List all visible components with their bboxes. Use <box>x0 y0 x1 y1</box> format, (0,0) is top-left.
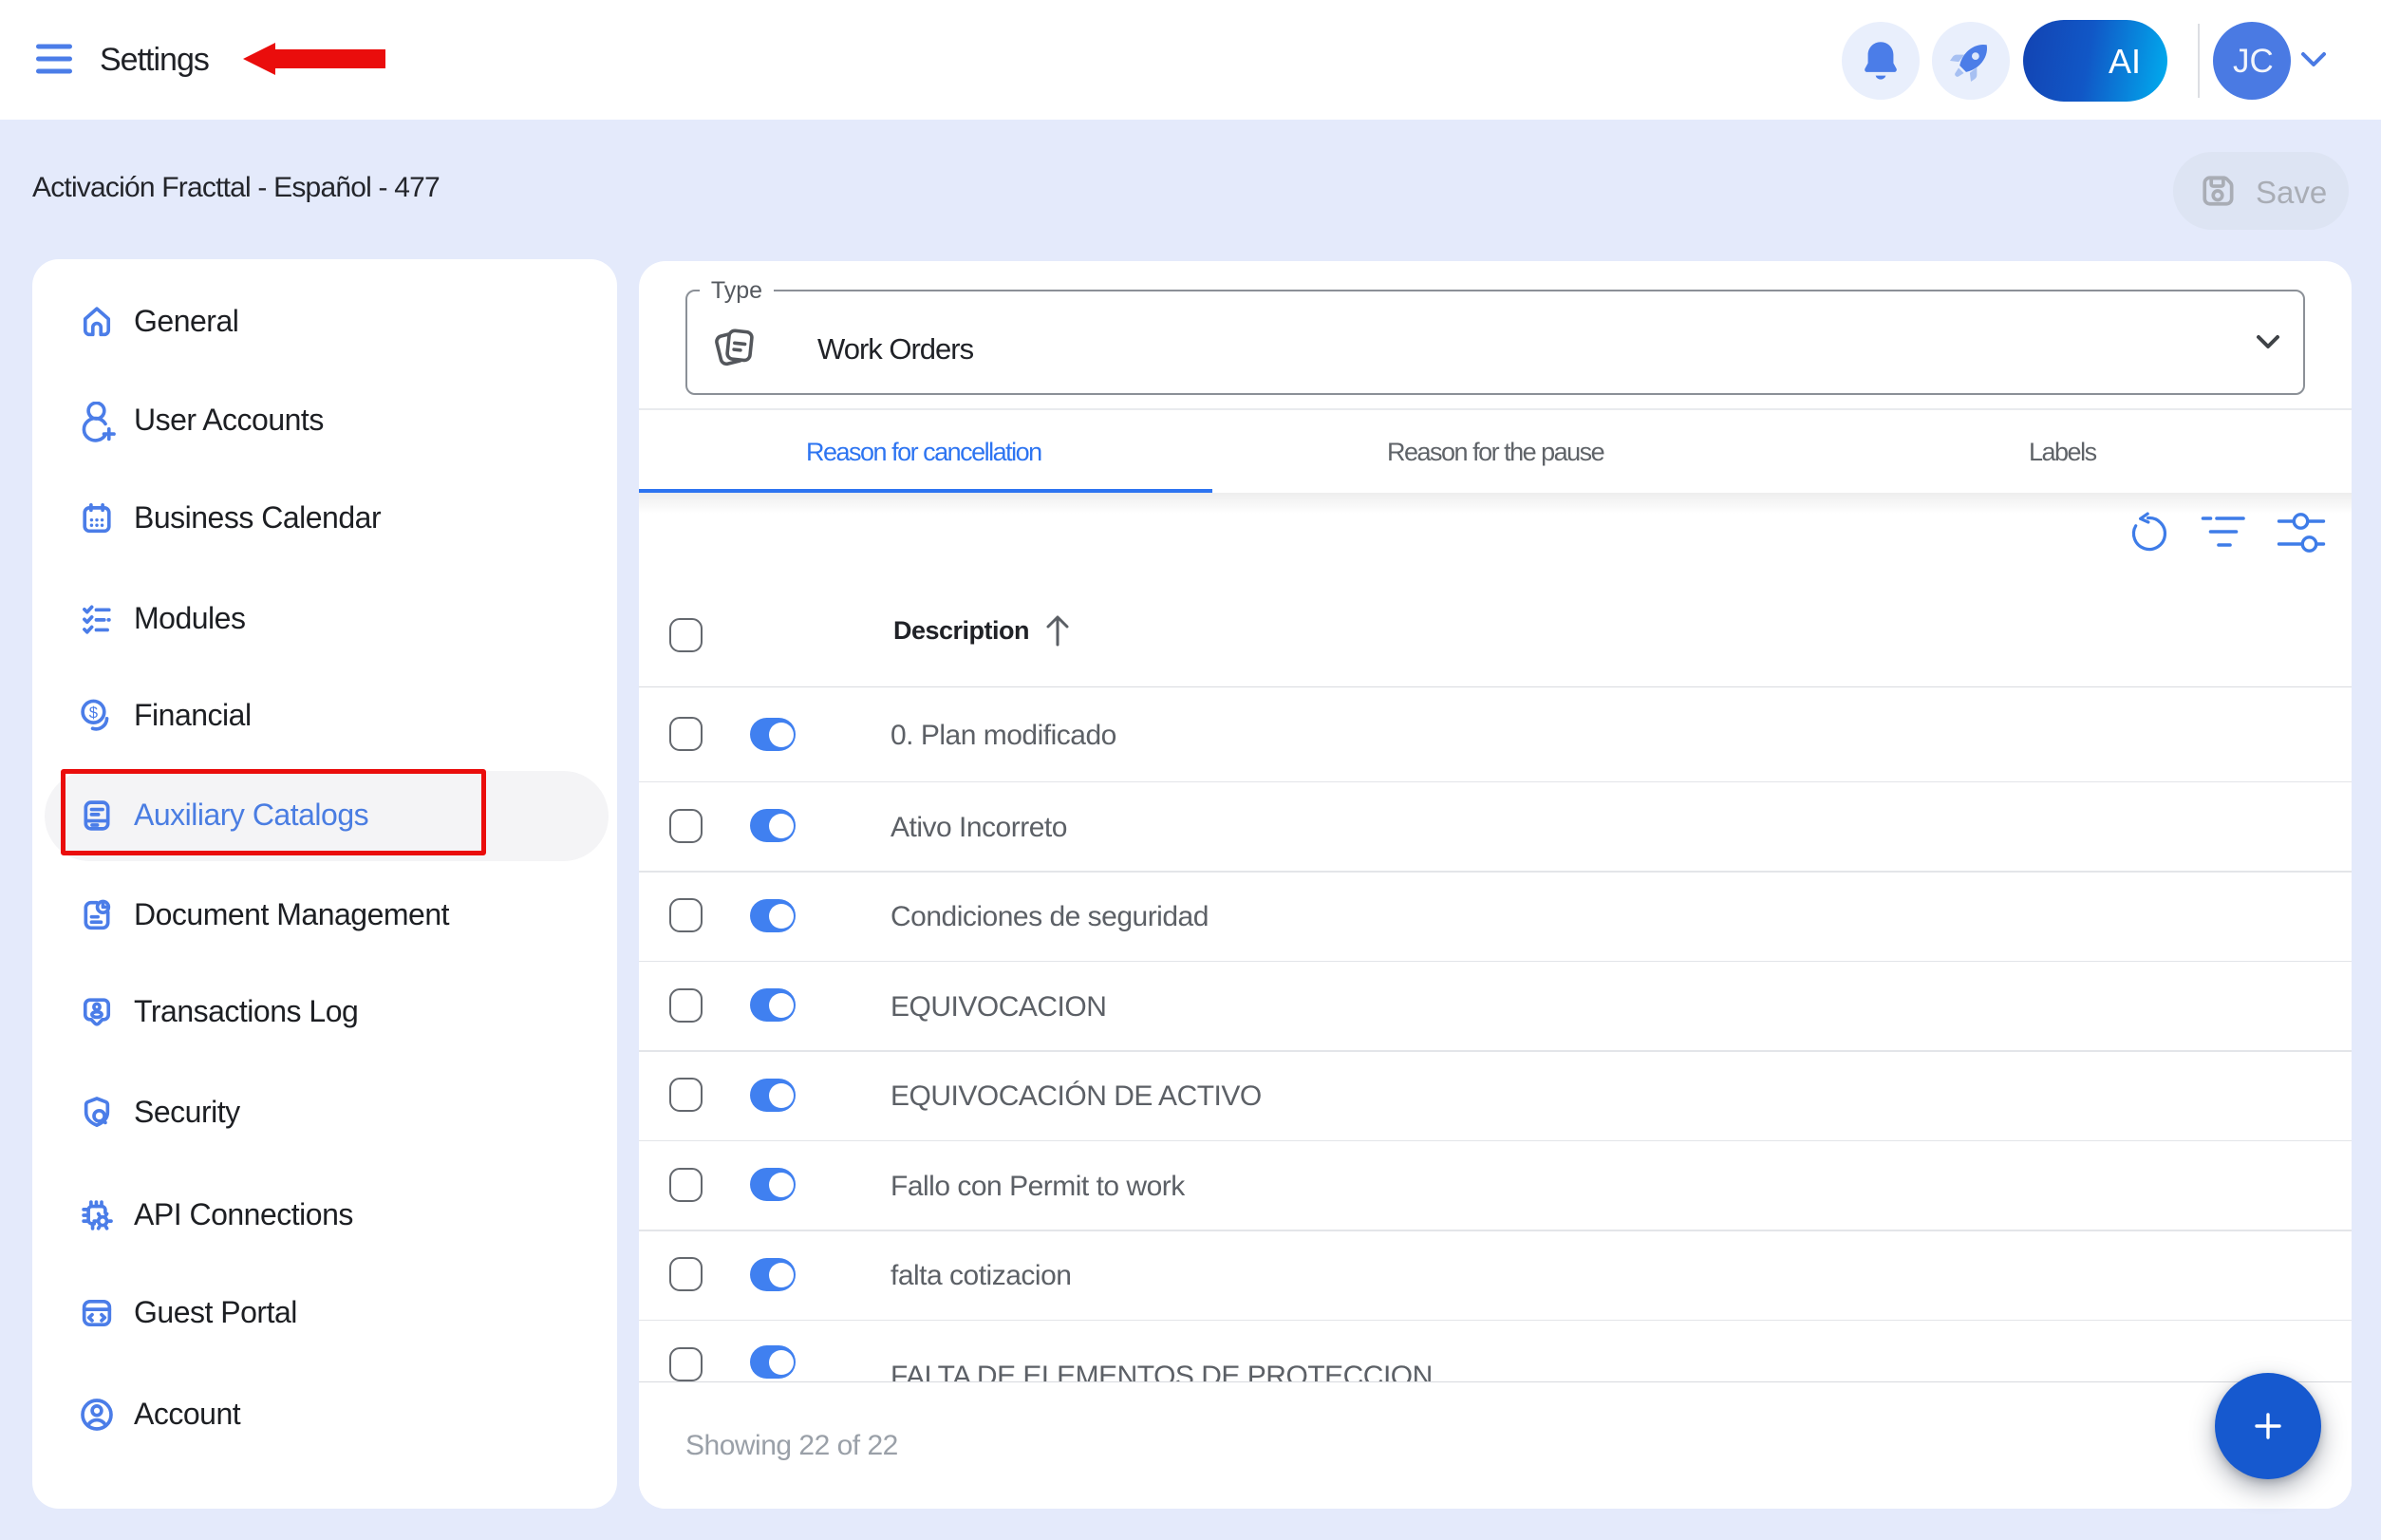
svg-text:$: $ <box>89 704 98 722</box>
